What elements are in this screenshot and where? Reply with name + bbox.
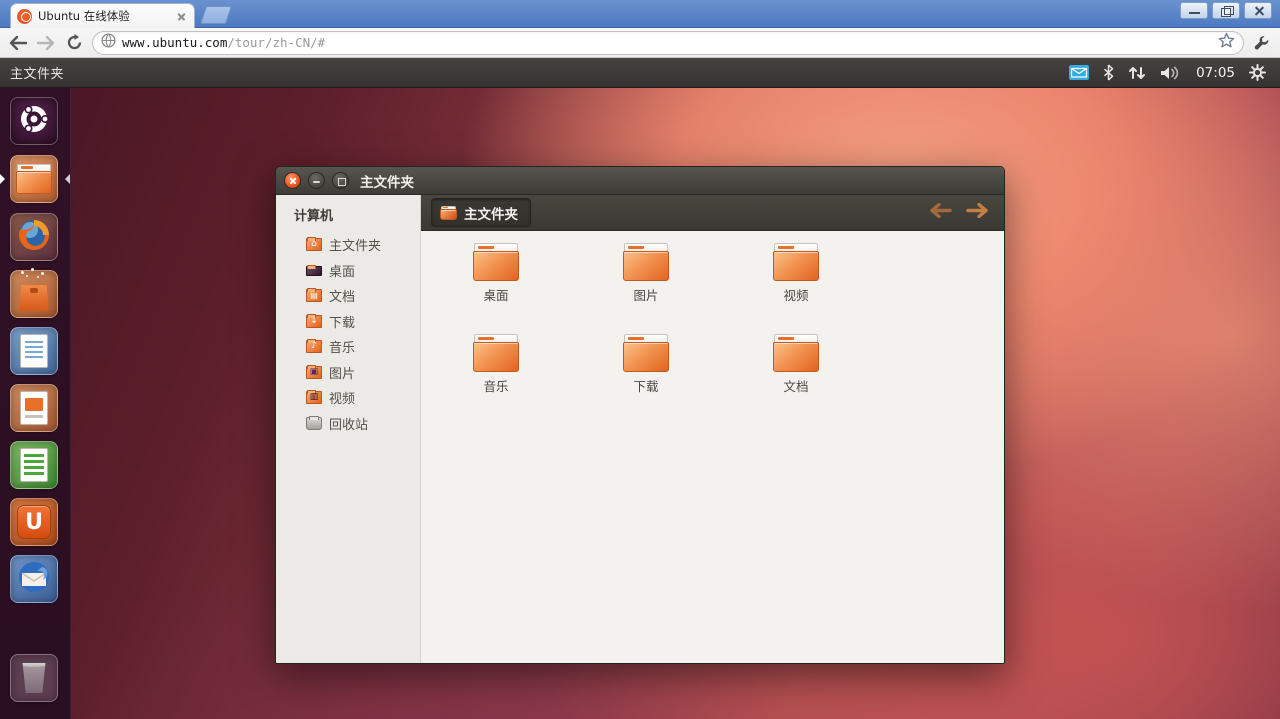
sidebar-item-downloads[interactable]: ↓ 下载 xyxy=(276,309,420,335)
tab-title: Ubuntu 在线体验 xyxy=(38,8,169,24)
launcher-trash[interactable] xyxy=(10,654,58,702)
folder-item-videos[interactable]: 视频 xyxy=(746,243,846,304)
omnibox[interactable]: www.ubuntu.com/tour/zh-CN/# xyxy=(92,31,1244,55)
desktop-icon xyxy=(306,266,322,276)
folder-icon xyxy=(473,334,519,372)
folder-icon xyxy=(623,243,669,281)
browser-toolbar: www.ubuntu.com/tour/zh-CN/# xyxy=(0,28,1280,58)
launcher-ubuntu-one[interactable]: U xyxy=(10,498,58,546)
network-updown-icon[interactable] xyxy=(1128,65,1146,81)
sidebar-item-music[interactable]: ♪ 音乐 xyxy=(276,334,420,360)
panel-app-title: 主文件夹 xyxy=(10,63,64,82)
thunderbird-icon xyxy=(16,559,52,599)
volume-icon[interactable] xyxy=(1160,65,1182,81)
launcher-libreoffice-writer[interactable] xyxy=(10,327,58,375)
folder-icon xyxy=(473,243,519,281)
home-folder-icon: ⌂ xyxy=(306,238,322,251)
videos-folder-icon: ▥ xyxy=(306,391,322,404)
location-toolbar: 主文件夹 xyxy=(421,195,1004,231)
sidebar-item-documents[interactable]: ▤ 文档 xyxy=(276,283,420,309)
site-globe-icon xyxy=(101,33,116,52)
trash-icon xyxy=(21,663,47,693)
file-manager-window: 主文件夹 计算机 ⌂ 主文件夹 桌面 ▤ 文档 xyxy=(275,166,1005,664)
calc-icon xyxy=(20,448,48,482)
session-gear-icon[interactable] xyxy=(1249,64,1266,81)
ubuntu-logo-icon xyxy=(17,102,51,140)
software-center-bag-icon xyxy=(19,277,49,311)
desktop-wallpaper: 主文件夹 07:05 xyxy=(0,58,1280,719)
window-minimize-button[interactable] xyxy=(1180,2,1208,19)
new-tab-button[interactable] xyxy=(200,6,232,24)
firefox-icon xyxy=(15,216,53,258)
folder-item-music[interactable]: 音乐 xyxy=(446,334,546,395)
unity-launcher: U xyxy=(0,88,71,719)
folder-item-pictures[interactable]: 图片 xyxy=(596,243,696,304)
minimize-window-button[interactable] xyxy=(308,172,325,189)
sidebar-item-desktop[interactable]: 桌面 xyxy=(276,258,420,284)
bookmark-star-icon[interactable] xyxy=(1218,32,1235,53)
documents-folder-icon: ▤ xyxy=(306,289,322,302)
ubuntu-favicon-icon xyxy=(17,9,32,24)
history-forward-icon[interactable] xyxy=(966,203,988,222)
browser-wrench-icon[interactable] xyxy=(1252,33,1272,53)
bluetooth-icon[interactable] xyxy=(1103,64,1114,81)
folder-icon xyxy=(623,334,669,372)
close-window-button[interactable] xyxy=(284,172,301,189)
sidebar-item-trash[interactable]: 回收站 xyxy=(276,411,420,437)
launcher-files[interactable] xyxy=(10,155,58,203)
folder-grid: 桌面 图片 视频 音乐 xyxy=(421,231,1004,395)
browser-tab-strip: Ubuntu 在线体验 xyxy=(0,0,1280,28)
browser-back-icon[interactable] xyxy=(8,33,28,53)
trash-mini-icon xyxy=(306,417,322,430)
window-restore-button[interactable] xyxy=(1212,2,1240,19)
launcher-running-indicator xyxy=(0,174,5,184)
music-folder-icon: ♪ xyxy=(306,340,322,353)
url-text: www.ubuntu.com/tour/zh-CN/# xyxy=(122,35,325,50)
sidebar-item-home[interactable]: ⌂ 主文件夹 xyxy=(276,232,420,258)
browser-tab[interactable]: Ubuntu 在线体验 xyxy=(10,3,195,28)
writer-icon xyxy=(20,334,48,368)
sidebar-item-pictures[interactable]: ▣ 图片 xyxy=(276,360,420,386)
ubuntu-one-icon: U xyxy=(17,505,51,539)
breadcrumb-folder-icon xyxy=(440,206,457,220)
launcher-firefox[interactable] xyxy=(10,213,58,261)
impress-icon xyxy=(20,391,48,425)
launcher-dash-home[interactable] xyxy=(10,97,58,145)
places-sidebar: 计算机 ⌂ 主文件夹 桌面 ▤ 文档 ↓ 下载 xyxy=(276,195,421,664)
folder-item-downloads[interactable]: 下载 xyxy=(596,334,696,395)
browser-forward-icon[interactable] xyxy=(36,33,56,53)
mail-indicator-icon[interactable] xyxy=(1069,65,1089,80)
panel-clock[interactable]: 07:05 xyxy=(1196,65,1235,81)
window-titlebar[interactable]: 主文件夹 xyxy=(276,167,1004,195)
sidebar-header: 计算机 xyxy=(276,203,420,232)
launcher-thunderbird[interactable] xyxy=(10,555,58,603)
launcher-software-center[interactable] xyxy=(10,270,58,318)
window-title: 主文件夹 xyxy=(360,171,414,191)
downloads-folder-icon: ↓ xyxy=(306,315,322,328)
window-close-button[interactable] xyxy=(1244,2,1272,19)
folder-icon xyxy=(773,243,819,281)
sidebar-item-videos[interactable]: ▥ 视频 xyxy=(276,385,420,411)
launcher-libreoffice-impress[interactable] xyxy=(10,384,58,432)
close-tab-icon[interactable] xyxy=(175,10,188,23)
folder-icon xyxy=(773,334,819,372)
breadcrumb-home-button[interactable]: 主文件夹 xyxy=(431,198,531,227)
history-back-icon[interactable] xyxy=(930,203,952,222)
files-folder-icon xyxy=(16,164,52,194)
pictures-folder-icon: ▣ xyxy=(306,366,322,379)
launcher-focused-indicator xyxy=(65,174,70,184)
folder-item-documents[interactable]: 文档 xyxy=(746,334,846,395)
folder-item-desktop[interactable]: 桌面 xyxy=(446,243,546,304)
browser-reload-icon[interactable] xyxy=(64,33,84,53)
maximize-window-button[interactable] xyxy=(332,172,349,189)
launcher-libreoffice-calc[interactable] xyxy=(10,441,58,489)
screen: Ubuntu 在线体验 www.ubuntu.com/tour/zh-CN/# xyxy=(0,0,1280,719)
top-panel: 主文件夹 07:05 xyxy=(0,58,1280,88)
